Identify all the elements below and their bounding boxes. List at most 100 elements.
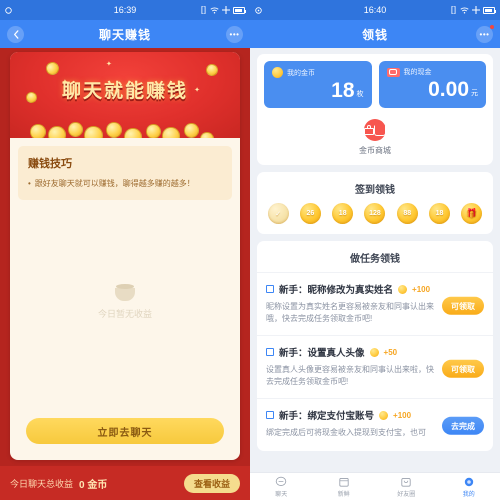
ellipsis-icon: ••• [229,29,240,39]
signal-icon [472,6,480,14]
coin-icon [369,347,379,357]
tab-feed-label: 新鲜 [337,491,350,498]
task-action-button[interactable]: 可领取 [442,296,484,315]
ellipsis-icon: ••• [479,29,490,39]
right-status-bar: 16:40 [250,0,500,20]
right-nav-bar: 领钱 ••• [250,20,500,48]
more-options-button[interactable]: ••• [476,24,494,43]
my-coins-value-row: 18 枚 [272,79,364,102]
feed-icon [339,477,349,487]
battery-icon [233,6,246,14]
task-title: 新手：昵称修改为真实姓名 [279,285,394,296]
checkbox-icon[interactable] [266,285,274,293]
task-reward: +100 [412,284,431,294]
chat-bubble-icon [276,476,287,486]
coin-icon [272,67,283,78]
my-cash-value: 0.00 [428,78,469,101]
task-row[interactable]: 新手：昵称修改为真实姓名 +100 昵称设置为真实姓名更容易被亲友和同事认出来哦… [257,272,493,335]
tasks-section-title: 做任务领钱 [350,254,400,265]
my-coins-box[interactable]: 我的金币 18 枚 [264,61,372,108]
task-reward: +100 [393,410,412,420]
task-row[interactable]: 新手：绑定支付宝账号 +100 绑定完成后可将现金收入提现到支付宝，也可 去完成 [257,398,493,449]
wallet-card: 我的金币 18 枚 我的现金 0.00 元 金币商城 [257,54,493,165]
wallet-row: 我的金币 18 枚 我的现金 0.00 元 [257,54,493,115]
tab-chat-label: 聊天 [275,491,288,498]
coin-shop-label: 金币商城 [359,146,391,155]
tips-item-text: 跟好友聊天就可以赚钱，聊得越多赚的越多！ [34,179,195,188]
chevron-left-icon [13,29,18,39]
tips-title: 赚钱技巧 [28,158,72,170]
task-title: 新手：设置真人头像 [279,348,365,359]
task-title: 新手：绑定支付宝账号 [279,411,375,422]
tab-friends[interactable]: 好友圈 [375,476,438,498]
signin-day-1[interactable]: 26 [299,203,321,224]
wifi-icon [460,7,469,14]
task-head: 新手：昵称修改为真实姓名 +100 [266,282,484,296]
friends-icon [401,477,411,487]
shopping-bag-icon [364,119,386,141]
right-phone-screen: 16:40 领钱 ••• 我的金币 18 枚 我的现金 0.00 元 金币商城 … [250,0,500,500]
tab-profile[interactable]: 我的 [438,476,500,498]
signin-day-3[interactable]: 128 [364,203,386,224]
promo-banner: ✦ ✦ ✦ 聊天就能赚钱 [10,52,240,138]
empty-state-text: 今日暂无收益 [97,309,152,320]
my-cash-box[interactable]: 我的现金 0.00 元 [378,61,486,108]
my-coins-unit: 枚 [356,91,364,98]
cta-container: 立即去聊天 [10,418,240,460]
empty-bowl-icon [115,284,135,302]
task-description: 设置真人头像更容易被亲友和同事认出来啦，快去完成任务领取金币吧! [266,365,434,386]
right-content-scroll[interactable]: 我的金币 18 枚 我的现金 0.00 元 金币商城 签到领钱 ✓ 26 18 … [250,48,500,472]
left-nav-bar: 聊天赚钱 ••• [0,20,250,48]
task-action-button[interactable]: 可领取 [442,359,484,378]
status-left-icons [5,6,12,14]
back-button[interactable] [7,25,24,43]
status-right-icons [450,6,496,14]
task-description: 昵称设置为真实姓名更容易被亲友和同事认出来哦，快去完成任务领取金币吧! [266,302,434,323]
status-small-icon [255,6,262,14]
today-earnings-value: 0 金币 [79,479,108,491]
my-cash-unit: 元 [471,90,478,97]
my-cash-label: 我的现金 [403,69,432,76]
my-cash-value-row: 0.00 元 [387,78,478,101]
bullet-icon: • [28,179,31,188]
task-row[interactable]: 新手：设置真人头像 +50 设置真人头像更容易被亲友和同事认出来啦，快去完成任务… [257,335,493,398]
my-coins-value: 18 [331,79,355,102]
view-earnings-button[interactable]: 查看收益 [183,473,240,493]
bottom-tab-bar: 聊天 新鲜 好友圈 我的 [250,472,500,500]
checkbox-icon[interactable] [266,348,274,356]
signin-day-4[interactable]: 88 [396,203,418,224]
status-left-icons [255,6,262,14]
coin-shop-entry[interactable]: 金币商城 [257,115,493,165]
tips-box: 赚钱技巧 • 跟好友聊天就可以赚钱，聊得越多赚的越多！ [18,146,232,201]
tab-feed[interactable]: 新鲜 [313,476,376,498]
banner-title: 聊天就能赚钱 [61,81,188,102]
vibrate-icon [201,6,206,14]
signin-day-6-gift[interactable]: 🎁 [461,203,483,224]
battery-icon [483,6,496,14]
task-action-button[interactable]: 去完成 [442,416,484,435]
tasks-card: 做任务领钱 新手：昵称修改为真实姓名 +100 昵称设置为真实姓名更容易被亲友和… [257,241,493,451]
signin-section-title: 签到领钱 [355,185,395,196]
left-bottom-summary-bar: 今日聊天总收益 0 金币 查看收益 [0,466,250,500]
task-head: 新手：设置真人头像 +50 [266,345,484,359]
signin-day-2[interactable]: 18 [332,203,354,224]
checkbox-icon[interactable] [266,411,274,419]
left-status-bar: 16:39 [0,0,250,20]
today-earnings-label: 今日聊天总收益 [10,478,74,489]
my-coins-label: 我的金币 [287,69,315,77]
right-page-title: 领钱 [361,27,388,42]
signin-card: 签到领钱 ✓ 26 18 128 88 18 🎁 [257,172,493,234]
screenshot-root: 16:39 聊天赚钱 ••• ✦ ✦ ✦ 聊天就能赚钱 赚钱技巧 • 跟好友聊天… [0,0,500,500]
right-status-time: 16:40 [363,5,387,15]
go-chat-button[interactable]: 立即去聊天 [26,418,224,444]
earn-card: ✦ ✦ ✦ 聊天就能赚钱 赚钱技巧 • 跟好友聊天就可以赚钱，聊得越多赚的越多！… [10,52,240,460]
task-description: 绑定完成后可将现金收入提现到支付宝，也可 [266,428,426,437]
my-coins-head: 我的金币 [272,67,364,78]
status-small-icon [5,6,12,14]
left-page-title: 聊天赚钱 [98,27,151,42]
signin-day-0[interactable]: ✓ [267,203,289,224]
tab-chat[interactable]: 聊天 [250,476,313,498]
cash-icon [386,67,400,77]
more-options-button[interactable]: ••• [226,25,243,43]
signin-day-5[interactable]: 18 [429,203,451,224]
